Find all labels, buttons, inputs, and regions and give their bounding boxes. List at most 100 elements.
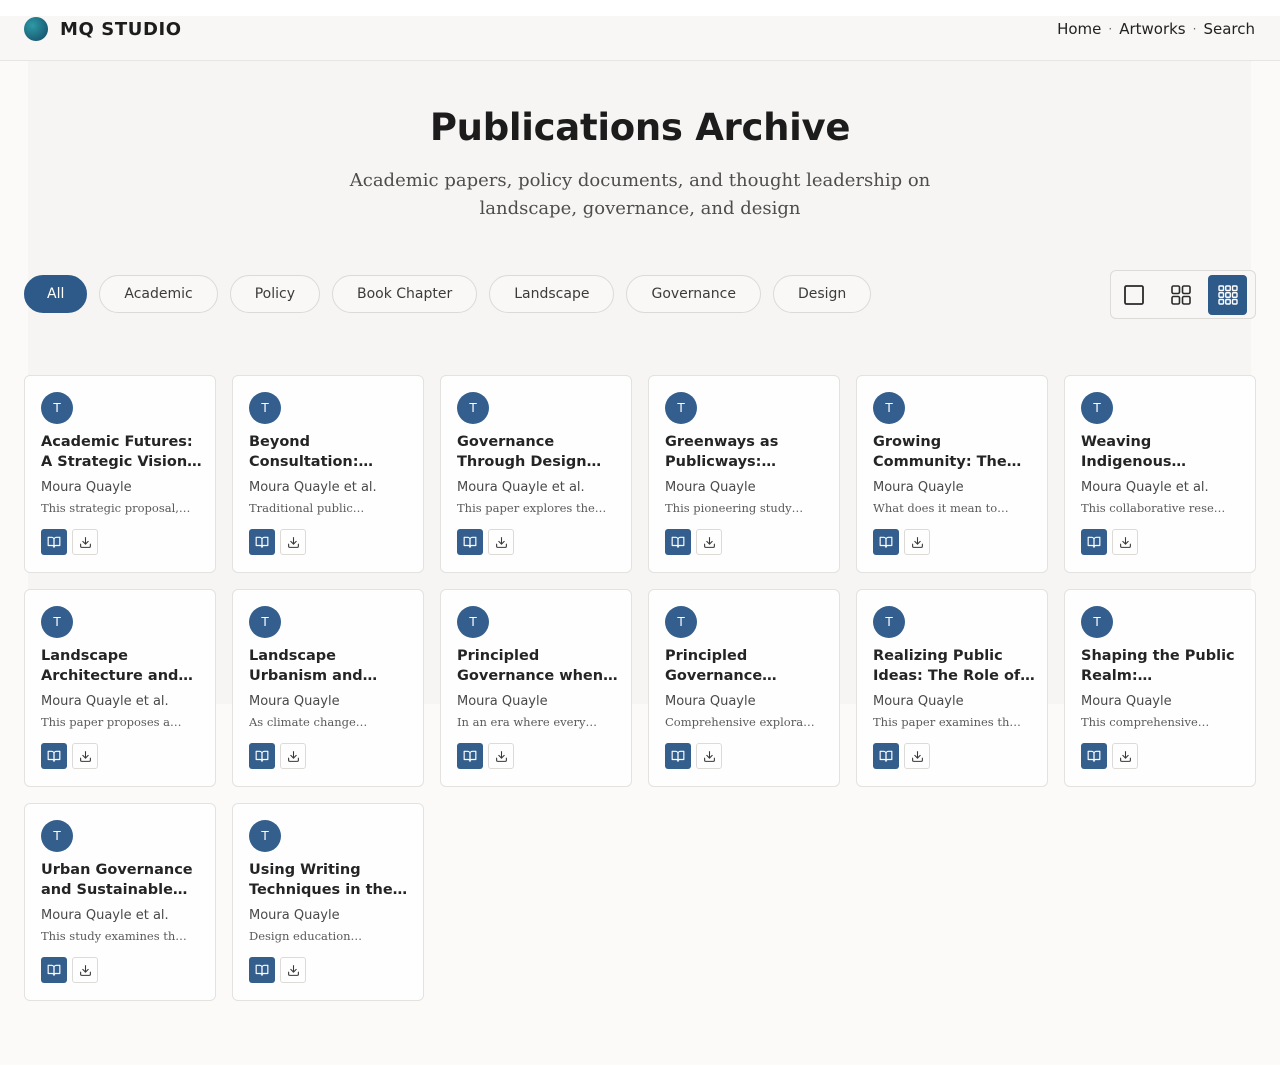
publication-excerpt: This paper examines the… [873, 715, 1023, 729]
download-button[interactable] [72, 957, 98, 983]
download-button[interactable] [72, 743, 98, 769]
filter-chip-all[interactable]: All [24, 275, 88, 313]
publication-author: Moura Quayle [873, 480, 964, 495]
download-icon [287, 964, 299, 976]
publication-title[interactable]: Principled Governance When… [665, 646, 827, 686]
download-button[interactable] [72, 529, 98, 555]
read-button[interactable] [1081, 529, 1107, 555]
download-button[interactable] [1112, 743, 1138, 769]
publication-card[interactable]: T Landscape Urbanism and… Moura Quayle A… [232, 589, 424, 787]
publication-card[interactable]: T Urban Governance and Sustainable… Mour… [24, 803, 216, 1001]
publication-card[interactable]: T Landscape Architecture and… Moura Quay… [24, 589, 216, 787]
publication-title[interactable]: Growing Community: The… [873, 432, 1035, 472]
download-button[interactable] [280, 743, 306, 769]
download-button[interactable] [280, 529, 306, 555]
publication-title[interactable]: Landscape Architecture and… [41, 646, 203, 686]
download-button[interactable] [904, 529, 930, 555]
book-open-icon [1087, 536, 1101, 548]
download-button[interactable] [488, 743, 514, 769]
publication-title[interactable]: Urban Governance and Sustainable… [41, 860, 203, 900]
publication-excerpt: This strategic proposal,… [41, 501, 191, 515]
avatar: T [873, 392, 905, 424]
download-button[interactable] [696, 743, 722, 769]
publication-title[interactable]: Academic Futures: A Strategic Vision… [41, 432, 203, 472]
publication-excerpt: This paper explores the… [457, 501, 607, 515]
publication-card[interactable]: T Shaping the Public Realm: Landscape… M… [1064, 589, 1256, 787]
avatar: T [665, 392, 697, 424]
book-open-icon [671, 750, 685, 762]
download-button[interactable] [488, 529, 514, 555]
publication-title[interactable]: Landscape Urbanism and… [249, 646, 411, 686]
read-button[interactable] [249, 743, 275, 769]
avatar: T [249, 392, 281, 424]
publication-card[interactable]: T Realizing Public Ideas: The Role of… M… [856, 589, 1048, 787]
publication-excerpt: This paper proposes a… [41, 715, 182, 729]
publication-card[interactable]: T Weaving Indigenous Knowledge into… Mou… [1064, 375, 1256, 573]
publication-author: Moura Quayle et al. [249, 480, 377, 495]
book-open-icon [47, 750, 61, 762]
publication-title[interactable]: Governance Through Design… [457, 432, 619, 472]
publication-title[interactable]: Realizing Public Ideas: The Role of… [873, 646, 1035, 686]
read-button[interactable] [41, 957, 67, 983]
read-button[interactable] [457, 529, 483, 555]
filter-chip-book-chapter[interactable]: Book Chapter [331, 275, 478, 313]
nav-link-search[interactable]: Search [1203, 20, 1255, 38]
publication-card[interactable]: T Growing Community: The… Moura Quayle W… [856, 375, 1048, 573]
filter-chip-academic[interactable]: Academic [99, 275, 218, 313]
download-button[interactable] [904, 743, 930, 769]
avatar: T [873, 606, 905, 638]
read-button[interactable] [249, 529, 275, 555]
publication-author: Moura Quayle [873, 694, 964, 709]
publication-card[interactable]: T Governance Through Design… Moura Quayl… [440, 375, 632, 573]
nav-separator: · [1192, 22, 1197, 36]
filter-chip-governance[interactable]: Governance [626, 275, 761, 313]
read-button[interactable] [873, 529, 899, 555]
publication-card[interactable]: T Greenways as Publicways:… Moura Quayle… [648, 375, 840, 573]
read-button[interactable] [249, 957, 275, 983]
publication-title[interactable]: Beyond Consultation:… [249, 432, 411, 472]
publication-title[interactable]: Weaving Indigenous Knowledge into… [1081, 432, 1243, 472]
publication-title[interactable]: Shaping the Public Realm: Landscape… [1081, 646, 1243, 686]
publication-author: Moura Quayle [665, 694, 756, 709]
publication-excerpt: Design education… [249, 929, 363, 943]
read-button[interactable] [457, 743, 483, 769]
read-button[interactable] [41, 743, 67, 769]
filter-chip-design[interactable]: Design [772, 275, 872, 313]
nav-link-artworks[interactable]: Artworks [1119, 20, 1185, 38]
publication-title[interactable]: Greenways as Publicways:… [665, 432, 827, 472]
publication-card[interactable]: T Using Writing Techniques in the… Moura… [232, 803, 424, 1001]
publication-card[interactable]: T Principled Governance When… Moura Quay… [648, 589, 840, 787]
publication-title[interactable]: Using Writing Techniques in the… [249, 860, 411, 900]
brand[interactable]: MQ STUDIO [24, 17, 182, 41]
download-button[interactable] [280, 957, 306, 983]
filter-chip-landscape[interactable]: Landscape [489, 275, 615, 313]
book-open-icon [255, 750, 269, 762]
read-button[interactable] [665, 529, 691, 555]
publication-card[interactable]: T Beyond Consultation:… Moura Quayle et … [232, 375, 424, 573]
download-button[interactable] [696, 529, 722, 555]
publication-card[interactable]: T Principled Governance when… Moura Quay… [440, 589, 632, 787]
page-subtitle: Academic papers, policy documents, and t… [349, 170, 931, 219]
book-open-icon [879, 750, 893, 762]
download-button[interactable] [1112, 529, 1138, 555]
read-button[interactable] [665, 743, 691, 769]
publication-title[interactable]: Principled Governance when… [457, 646, 619, 686]
avatar: T [665, 606, 697, 638]
publication-excerpt: This comprehensive… [1081, 715, 1210, 729]
read-button[interactable] [873, 743, 899, 769]
view-single-button[interactable] [1115, 275, 1154, 315]
publication-excerpt: As climate change… [249, 715, 368, 729]
publication-excerpt: What does it mean to… [873, 501, 1009, 515]
view-grid-2-button[interactable] [1162, 275, 1201, 315]
read-button[interactable] [1081, 743, 1107, 769]
read-button[interactable] [41, 529, 67, 555]
nav-link-home[interactable]: Home [1057, 20, 1101, 38]
download-icon [911, 536, 923, 548]
avatar: T [1081, 392, 1113, 424]
download-icon [1119, 750, 1131, 762]
category-filters: All Academic Policy Book Chapter Landsca… [24, 275, 883, 313]
view-grid-3-button[interactable] [1208, 274, 1248, 315]
publication-card[interactable]: T Academic Futures: A Strategic Vision… … [24, 375, 216, 573]
filter-chip-policy[interactable]: Policy [229, 275, 320, 313]
download-icon [79, 536, 91, 548]
